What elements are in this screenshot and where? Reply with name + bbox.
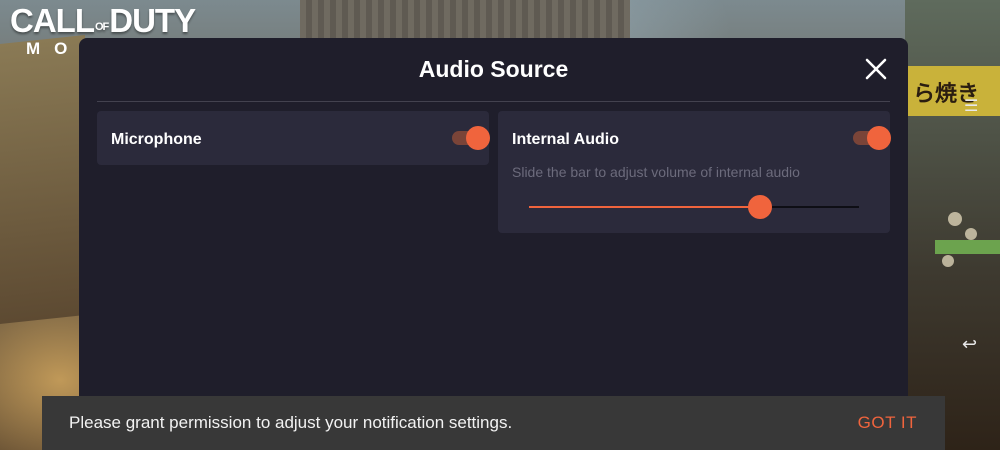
- microphone-card: Microphone: [97, 111, 490, 165]
- background-sign: ら焼き: [905, 66, 1000, 116]
- internal-audio-description: Slide the bar to adjust volume of intern…: [512, 164, 800, 180]
- background-light: [942, 255, 954, 267]
- dialog-title: Audio Source: [418, 56, 569, 82]
- microphone-toggle[interactable]: [450, 126, 490, 150]
- background-neon: [935, 240, 1000, 254]
- audio-source-dialog: Audio Source Microphone Internal Audio S…: [79, 38, 908, 412]
- toggle-knob: [466, 126, 490, 150]
- toast-message: Please grant permission to adjust your n…: [69, 413, 513, 432]
- close-icon: [865, 58, 887, 80]
- internal-audio-toggle[interactable]: [851, 126, 891, 150]
- slider-thumb[interactable]: [748, 195, 772, 219]
- notification-permission-toast: Please grant permission to adjust your n…: [42, 396, 945, 450]
- internal-audio-label: Internal Audio: [512, 131, 619, 148]
- close-button[interactable]: [861, 54, 891, 84]
- internal-audio-volume-slider[interactable]: [529, 195, 859, 219]
- toggle-knob: [867, 126, 891, 150]
- menu-icon[interactable]: ☰: [964, 96, 978, 115]
- background-building: [0, 35, 85, 325]
- slider-fill: [529, 206, 760, 208]
- got-it-button[interactable]: GOT IT: [858, 413, 917, 433]
- microphone-label: Microphone: [111, 131, 202, 148]
- background-light: [948, 212, 962, 226]
- back-arrow-icon[interactable]: ↩: [962, 334, 977, 355]
- internal-audio-card: Internal Audio Slide the bar to adjust v…: [498, 111, 891, 233]
- title-divider: [97, 101, 890, 102]
- background-light: [965, 228, 977, 240]
